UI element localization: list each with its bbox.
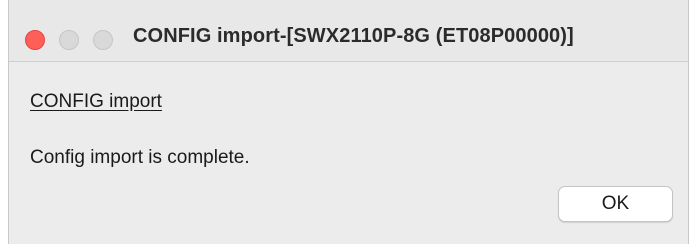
window-title: CONFIG import-[SWX2110P-8G (ET08P00000)]	[133, 25, 574, 47]
ok-button[interactable]: OK	[558, 186, 673, 222]
dialog-content: CONFIG import Config import is complete.…	[9, 62, 688, 244]
close-window-icon[interactable]	[25, 30, 45, 50]
title-bar[interactable]: CONFIG import-[SWX2110P-8G (ET08P00000)]	[9, 0, 688, 62]
dialog-window: CONFIG import-[SWX2110P-8G (ET08P00000)]…	[8, 0, 689, 244]
minimize-window-icon[interactable]	[59, 30, 79, 50]
dialog-heading: CONFIG import	[30, 91, 162, 112]
status-message: Config import is complete.	[30, 147, 250, 168]
zoom-window-icon[interactable]	[93, 30, 113, 50]
